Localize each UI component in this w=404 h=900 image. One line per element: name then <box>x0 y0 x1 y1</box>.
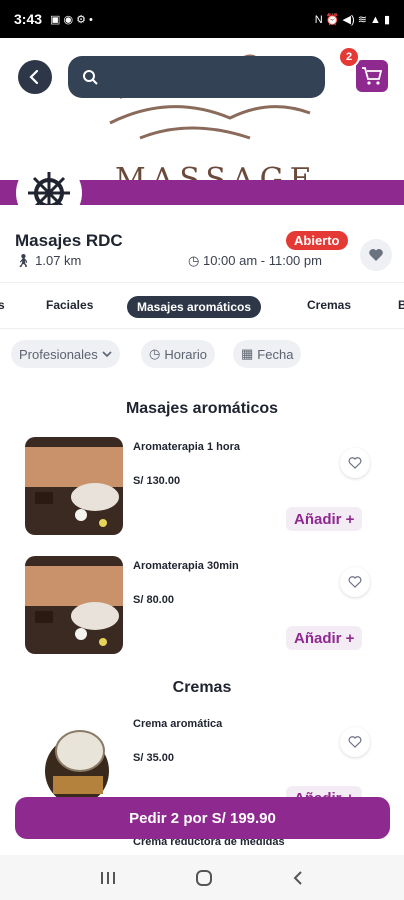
tab-previous[interactable]: s <box>0 298 5 312</box>
heart-icon <box>369 249 383 261</box>
search-icon <box>83 70 98 85</box>
back-nav-icon[interactable] <box>291 870 305 886</box>
recent-apps-icon[interactable] <box>99 870 117 886</box>
product-price: S/ 35.00 <box>133 752 174 764</box>
favorite-button[interactable] <box>340 727 370 757</box>
filter-bar: Profesionales ◷ Horario ▦ Fecha <box>0 340 404 370</box>
section-title: Cremas <box>172 679 232 696</box>
filter-horario[interactable]: ◷ Horario <box>141 340 215 368</box>
section-title: Masajes aromáticos <box>125 400 279 417</box>
product-image <box>25 437 123 535</box>
distance-value: 1.07 km <box>35 253 82 268</box>
favorite-store-button[interactable] <box>360 239 392 271</box>
store-info: Masajes RDC 🚶︎ 1.07 km Abierto ◷ 10:00 a… <box>0 205 404 283</box>
filter-label: Fecha <box>257 346 294 362</box>
status-bar: 3:43 ▣ ◉ ⚙ • N ⏰ ◀) ≋ ▲ ▮ <box>0 0 404 38</box>
calendar-icon: ▦ <box>241 346 254 361</box>
heart-outline-icon <box>348 457 362 469</box>
home-icon[interactable] <box>195 869 213 887</box>
hours-value: 10:00 am - 11:00 pm <box>202 253 322 268</box>
cart-count-badge: 2 <box>338 46 360 68</box>
store-hours: ◷ 10:00 am - 11:00 pm <box>188 253 322 269</box>
cart-icon <box>362 67 383 85</box>
heart-outline-icon <box>348 576 362 588</box>
category-tabs: s Faciales Masajes aromáticos Cremas B <box>0 289 404 329</box>
add-button[interactable]: Añadir + <box>286 626 363 650</box>
chevron-down-icon <box>102 351 112 358</box>
chevron-left-icon <box>29 69 39 85</box>
add-button[interactable]: Añadir + <box>286 507 363 531</box>
store-name: Masajes RDC <box>15 231 123 250</box>
walking-icon: 🚶︎ <box>15 253 32 268</box>
favorite-button[interactable] <box>340 567 370 597</box>
back-button[interactable] <box>18 60 52 94</box>
clock-icon: ◷ <box>188 253 200 268</box>
order-button[interactable]: Pedir 2 por S/ 199.90 <box>15 797 390 839</box>
clock-icon: ◷ <box>149 346 161 361</box>
status-badge: Abierto <box>286 231 348 250</box>
product-price: S/ 130.00 <box>133 475 181 487</box>
product-name: Aromaterapia 30min <box>133 560 239 572</box>
store-distance: 🚶︎ 1.07 km <box>15 253 81 269</box>
filter-label: Profesionales <box>19 346 98 362</box>
tab-faciales[interactable]: Faciales <box>46 298 93 312</box>
status-time: 3:43 <box>14 11 43 27</box>
search-bar[interactable] <box>68 56 325 98</box>
product-name: Crema aromática <box>133 718 223 730</box>
system-icons: N ⏰ ◀) ≋ ▲ ▮ <box>314 13 390 26</box>
tab-masajes-aromaticos[interactable]: Masajes aromáticos <box>127 296 262 318</box>
notification-icons: ▣ ◉ ⚙ • <box>50 13 93 26</box>
search-input[interactable] <box>106 69 306 85</box>
product-price: S/ 80.00 <box>133 594 174 606</box>
system-nav-bar <box>0 855 404 900</box>
filter-fecha[interactable]: ▦ Fecha <box>233 340 302 368</box>
filter-label: Horario <box>164 346 207 362</box>
tab-cremas[interactable]: Cremas <box>307 298 351 312</box>
product-name: Aromaterapia 1 hora <box>133 441 240 453</box>
filter-profesionales[interactable]: Profesionales <box>11 340 120 368</box>
favorite-button[interactable] <box>340 448 370 478</box>
tab-next[interactable]: B <box>398 298 404 312</box>
cart-button[interactable] <box>356 60 388 92</box>
product-image <box>25 556 123 654</box>
heart-outline-icon <box>348 736 362 748</box>
